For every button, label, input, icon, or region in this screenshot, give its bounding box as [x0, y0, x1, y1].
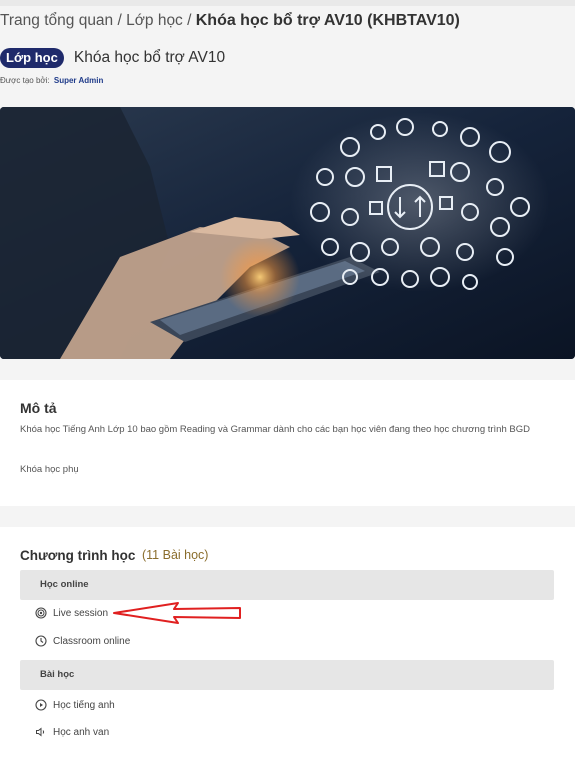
section-title: Học online: [40, 579, 89, 590]
description-text: Khóa học Tiếng Anh Lớp 10 bao gồm Readin…: [20, 424, 530, 435]
play-circle-icon: [35, 699, 47, 711]
breadcrumb-parent[interactable]: Lớp học: [126, 12, 183, 29]
section-title: Bài học: [40, 669, 75, 680]
course-creator: Được tạo bởi: Super Admin: [0, 76, 103, 85]
lesson-label: Học tiếng anh: [53, 699, 115, 711]
speaker-icon: [36, 727, 45, 737]
course-title-row: Lớp học Khóa học bổ trợ AV10: [0, 48, 225, 68]
course-name: Khóa học bổ trợ AV10: [73, 49, 226, 66]
top-strip: [0, 0, 575, 6]
lesson-count: (11 Bài học): [142, 548, 209, 562]
section-header-lessons[interactable]: Bài học: [20, 660, 554, 690]
description-extra: Khóa học phụ: [20, 464, 79, 475]
course-banner-image: [0, 107, 575, 359]
annotation-arrow: [113, 602, 241, 624]
lesson-hoc-anh-van[interactable]: Học anh van: [35, 726, 109, 738]
program-card: Chương trình học (11 Bài học) Học online…: [0, 527, 575, 767]
breadcrumb-separator: /: [113, 12, 127, 29]
banner-illustration: [0, 107, 575, 359]
description-card: Mô tả Khóa học Tiếng Anh Lớp 10 bao gồm …: [0, 380, 575, 506]
lesson-label: Classroom online: [53, 635, 131, 647]
creator-name[interactable]: Super Admin: [54, 76, 103, 85]
lesson-live-session[interactable]: Live session: [35, 607, 108, 619]
breadcrumb-separator: /: [182, 12, 196, 29]
breadcrumb-current: Khóa học bổ trợ AV10 (KHBTAV10): [195, 12, 460, 29]
lesson-classroom-online[interactable]: Classroom online: [35, 635, 130, 647]
program-title: Chương trình học: [20, 548, 136, 563]
breadcrumb: Trang tổng quan / Lớp học / Khóa học bổ …: [0, 12, 575, 30]
section-header-online[interactable]: Học online: [20, 570, 554, 600]
lesson-label: Học anh van: [53, 726, 110, 738]
creator-label: Được tạo bởi:: [0, 76, 50, 85]
clock-icon: [35, 635, 47, 647]
live-target-icon: [35, 607, 47, 619]
lesson-hoc-tieng-anh[interactable]: Học tiếng anh: [35, 699, 115, 711]
description-title: Mô tả: [20, 400, 57, 416]
lesson-label: Live session: [53, 607, 109, 619]
course-type-badge: Lớp học: [0, 48, 64, 68]
breadcrumb-home[interactable]: Trang tổng quan: [0, 12, 113, 29]
